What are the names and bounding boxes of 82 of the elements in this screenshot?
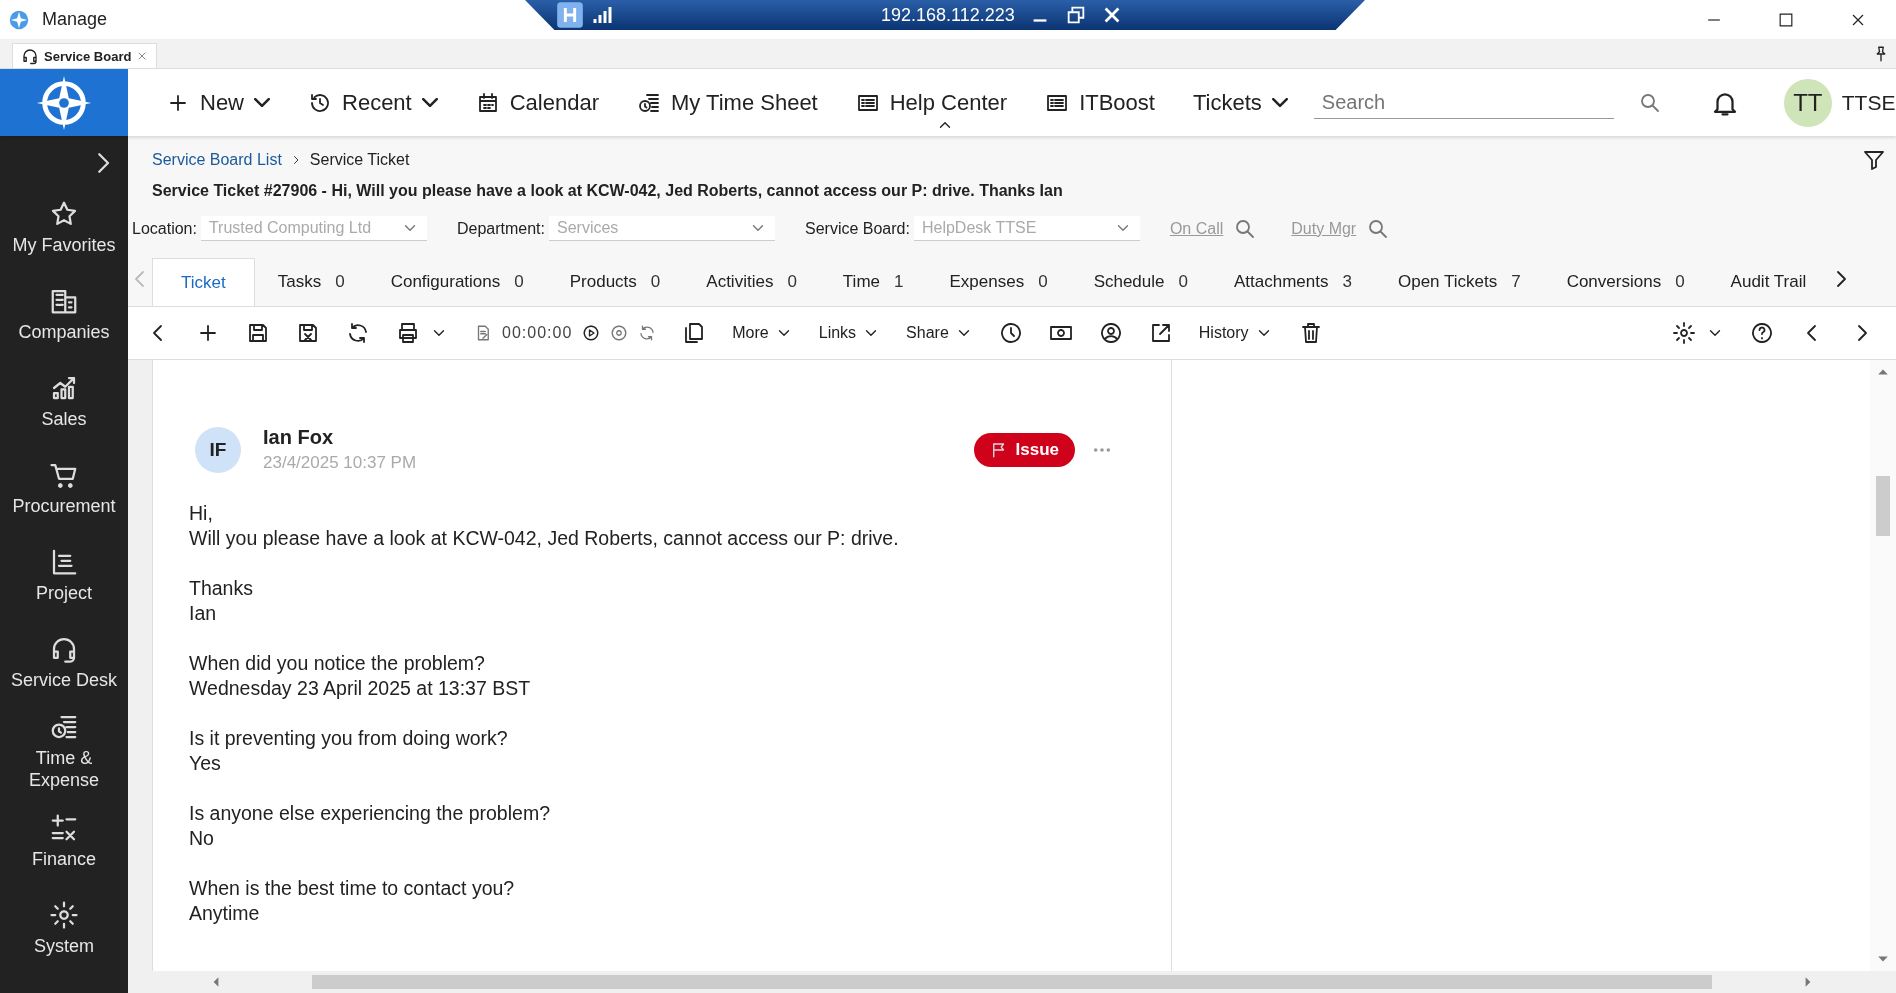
caret-icon bbox=[1271, 98, 1288, 107]
author-name: Ian Fox bbox=[263, 426, 334, 449]
field-label: Service Board: bbox=[805, 219, 910, 238]
ticket-title: Service Ticket #27906 - Hi, Will you please have a look at KCW-042, Jed Roberts, cannot access our P: drive. Thanks Ian bbox=[151, 181, 1064, 200]
nav-menu-item[interactable]: New bbox=[166, 89, 270, 116]
tab[interactable]: Activities 0 bbox=[683, 258, 820, 306]
tab[interactable]: Configurations 0 bbox=[367, 258, 547, 306]
sidebar-item[interactable]: Companies bbox=[0, 271, 128, 358]
issue-tag[interactable]: Issue bbox=[973, 432, 1075, 467]
scrollbar-thumb[interactable] bbox=[1876, 476, 1890, 536]
tab[interactable]: Conversions 0 bbox=[1543, 258, 1708, 306]
headset-icon bbox=[21, 47, 39, 65]
sidebar-item[interactable]: My Favorites bbox=[0, 184, 128, 271]
breadcrumb-current: Service Ticket bbox=[309, 151, 410, 169]
message-paragraph: When did you notice the problem? Wednesday 23 April 2025 at 13:37 BST bbox=[189, 651, 532, 701]
nav-menu-item[interactable]: ITBoost bbox=[1045, 89, 1155, 116]
field-label: Location: bbox=[132, 219, 197, 238]
tab[interactable]: Schedule 0 bbox=[1070, 258, 1211, 306]
tab[interactable]: Expenses 0 bbox=[926, 258, 1071, 306]
breadcrumb-link[interactable]: Service Board List bbox=[152, 151, 282, 169]
record-icon[interactable] bbox=[610, 324, 629, 342]
sidebar-item[interactable]: System bbox=[0, 885, 128, 972]
vertical-scrollbar[interactable] bbox=[1870, 360, 1896, 971]
nav-menu-item[interactable]: Calendar bbox=[475, 89, 599, 116]
play-icon[interactable] bbox=[582, 324, 601, 342]
nav-menu-item[interactable]: Tickets bbox=[1192, 89, 1288, 116]
reset-icon[interactable] bbox=[638, 324, 657, 342]
tab[interactable]: Products 0 bbox=[546, 258, 684, 306]
tab[interactable]: Attachments 3 bbox=[1211, 258, 1375, 306]
sidebar-item[interactable]: Sales bbox=[0, 358, 128, 445]
save-close-icon[interactable] bbox=[296, 321, 320, 345]
sidebar-item[interactable]: Time & Expense bbox=[0, 706, 128, 798]
clock-icon[interactable] bbox=[998, 321, 1023, 345]
toolbar-menu-button[interactable]: History bbox=[1198, 324, 1273, 342]
sidebar-item[interactable]: Project bbox=[0, 532, 128, 619]
message-paragraph: Hi, Will you please have a look at KCW-042, Jed Roberts, cannot access our P: drive. bbox=[189, 501, 900, 551]
tab[interactable]: Time 1 bbox=[819, 258, 927, 306]
message-paragraph: When is the best time to contact you? Anytime bbox=[189, 876, 516, 926]
horizontal-scrollbar[interactable] bbox=[128, 971, 1896, 993]
user-avatar[interactable]: TT bbox=[1783, 78, 1832, 127]
message-date: 23/4/2025 10:37 PM bbox=[263, 453, 417, 473]
tab[interactable]: Open Tickets 7 bbox=[1374, 258, 1544, 306]
toolbar-menu-button[interactable]: Share bbox=[906, 324, 973, 342]
sidebar-item[interactable]: Procurement bbox=[0, 445, 128, 532]
calculator-icon bbox=[49, 812, 79, 843]
filter-icon[interactable] bbox=[1862, 148, 1886, 172]
more-options-icon[interactable] bbox=[1093, 446, 1111, 453]
tab[interactable]: Audit Trail bbox=[1707, 258, 1830, 306]
signal-icon bbox=[593, 5, 613, 25]
message-paragraph: Is it preventing you from doing work? Yes bbox=[189, 726, 509, 776]
toolbar-menu-button[interactable]: Links bbox=[818, 324, 881, 342]
toolbar-menu-button[interactable]: More bbox=[732, 324, 793, 342]
app-tab-label: Service Board bbox=[44, 48, 132, 64]
app-icon bbox=[8, 8, 30, 31]
window-title: Manage bbox=[42, 9, 108, 30]
help-icon[interactable] bbox=[1750, 321, 1774, 345]
scrollbar-thumb[interactable] bbox=[312, 975, 1712, 989]
app-tab[interactable]: Service Board bbox=[12, 43, 158, 68]
refresh-icon[interactable] bbox=[346, 321, 370, 345]
save-icon[interactable] bbox=[246, 321, 270, 345]
logo[interactable] bbox=[0, 69, 128, 136]
nav-menu-item[interactable]: Help Center bbox=[855, 89, 1008, 116]
field-label: Department: bbox=[456, 219, 545, 238]
nav-menu-item[interactable]: Recent bbox=[308, 89, 438, 116]
timer-display: 00:00:00 bbox=[502, 324, 573, 342]
settings-icon bbox=[49, 899, 79, 930]
nav-menu-item[interactable]: My Time Sheet bbox=[637, 89, 818, 116]
sidebar-item[interactable]: Service Desk bbox=[0, 619, 128, 706]
print-icon[interactable] bbox=[396, 321, 420, 345]
user-name[interactable]: TTSE bbox=[1841, 90, 1896, 115]
sidebar-item[interactable]: Finance bbox=[0, 798, 128, 885]
caret-icon bbox=[254, 98, 270, 107]
tab[interactable]: Ticket bbox=[152, 258, 255, 306]
search-field[interactable]: Search bbox=[1313, 86, 1614, 119]
remote-address: 192.168.112.223 bbox=[881, 4, 1015, 26]
tab[interactable]: Tasks 0 bbox=[254, 258, 368, 306]
settings-icon[interactable] bbox=[1672, 321, 1696, 345]
remote-logo-icon[interactable] bbox=[555, 1, 585, 29]
caret-icon bbox=[421, 98, 438, 107]
message-paragraph: Thanks Ian bbox=[189, 576, 254, 626]
author-avatar: IF bbox=[195, 426, 241, 473]
message-paragraph: Is anyone else experiencing the problem? No bbox=[189, 801, 551, 851]
